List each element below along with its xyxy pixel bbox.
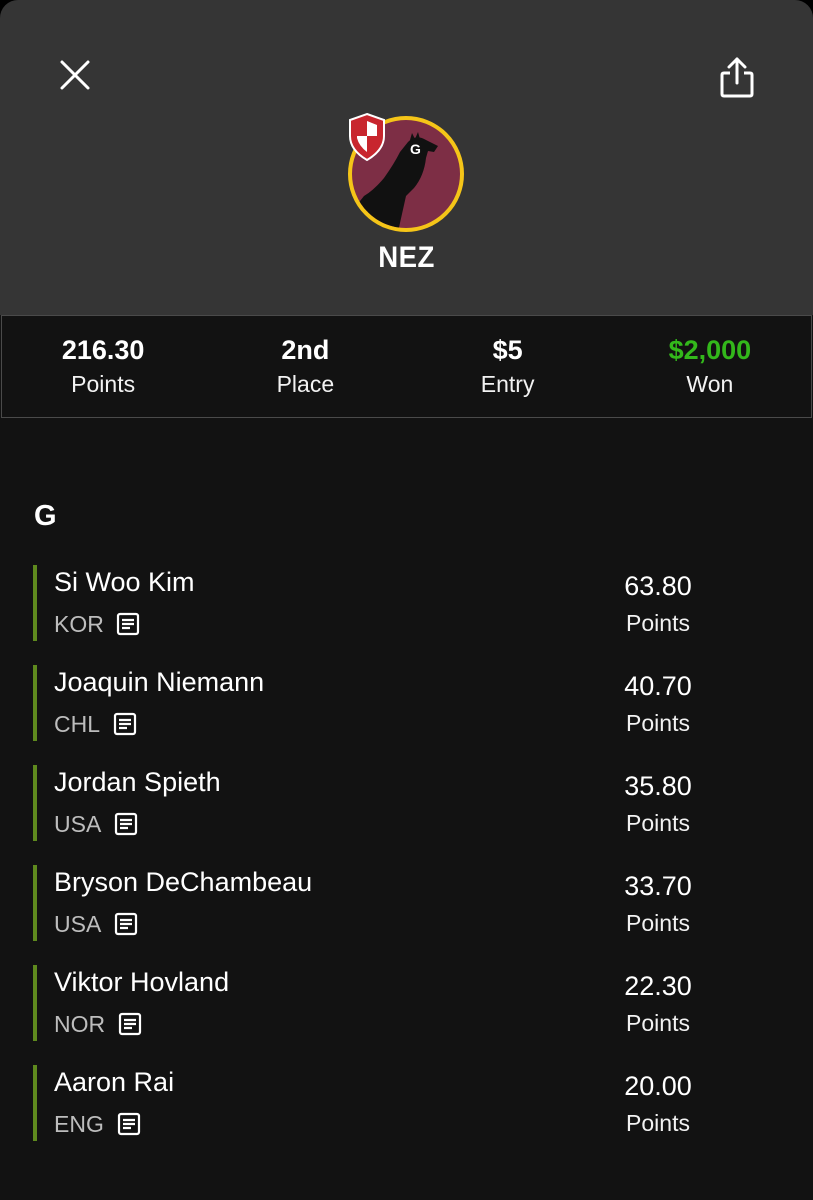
stat-points-value: 216.30 xyxy=(61,334,145,365)
close-button[interactable] xyxy=(47,47,103,103)
stat-points: 216.30 Points xyxy=(2,316,204,417)
close-icon xyxy=(60,60,90,90)
player-points: 35.80 xyxy=(624,771,692,801)
player-name: Jordan Spieth xyxy=(54,767,221,797)
share-button[interactable] xyxy=(709,49,765,105)
avatar-letter: G xyxy=(410,141,421,157)
stat-points-label: Points xyxy=(71,370,136,397)
player-name: Viktor Hovland xyxy=(54,967,230,997)
news-icon[interactable] xyxy=(116,612,140,636)
player-country: USA xyxy=(54,911,102,937)
player-name: Joaquin Niemann xyxy=(54,667,265,697)
player-points-label: Points xyxy=(626,1010,690,1036)
player-points: 40.70 xyxy=(624,671,692,701)
news-icon[interactable] xyxy=(114,912,138,936)
stat-won: $2,000 Won xyxy=(609,316,811,417)
news-icon[interactable] xyxy=(114,812,138,836)
player-points-label: Points xyxy=(626,810,690,836)
player-row[interactable]: Joaquin Niemann CHL 40.70 Points xyxy=(33,665,753,741)
stat-won-value: $2,000 xyxy=(668,334,752,365)
stat-place: 2nd Place xyxy=(204,316,406,417)
position-indicator-bar xyxy=(33,865,37,941)
player-country: NOR xyxy=(54,1011,106,1037)
player-country: KOR xyxy=(54,611,104,637)
player-country: CHL xyxy=(54,711,101,737)
news-icon[interactable] xyxy=(117,1112,141,1136)
entry-stats-bar: 216.30 Points 2nd Place $5 Entry $2,000 … xyxy=(1,315,812,418)
player-points: 20.00 xyxy=(624,1071,692,1101)
player-points: 22.30 xyxy=(624,971,692,1001)
position-indicator-bar xyxy=(33,765,37,841)
stat-entry-label: Entry xyxy=(480,370,535,397)
player-points-label: Points xyxy=(626,910,690,936)
stat-entry-value: $5 xyxy=(492,334,523,365)
player-name: Aaron Rai xyxy=(54,1067,175,1097)
lineup-section-title: G xyxy=(34,500,57,532)
position-indicator-bar xyxy=(33,1065,37,1141)
player-row[interactable]: Bryson DeChambeau USA 33.70 Points xyxy=(33,865,753,941)
player-points: 33.70 xyxy=(624,871,692,901)
player-points-label: Points xyxy=(626,1110,690,1136)
stat-place-value: 2nd xyxy=(281,334,330,365)
entry-header: G NEZ xyxy=(0,0,813,315)
player-name: Bryson DeChambeau xyxy=(54,867,313,897)
player-row[interactable]: Si Woo Kim KOR 63.80 Points xyxy=(33,565,753,641)
username: NEZ xyxy=(378,241,435,274)
contest-entry-sheet: G NEZ 216.30 Points 2nd Place $5 Entry $… xyxy=(0,0,813,1200)
position-indicator-bar xyxy=(33,665,37,741)
player-country: USA xyxy=(54,811,102,837)
stat-place-label: Place xyxy=(276,370,335,397)
position-indicator-bar xyxy=(33,965,37,1041)
user-avatar: G xyxy=(340,108,472,240)
player-points-label: Points xyxy=(626,710,690,736)
shield-badge-icon xyxy=(349,112,385,162)
news-icon[interactable] xyxy=(113,712,137,736)
news-icon[interactable] xyxy=(118,1012,142,1036)
stat-entry: $5 Entry xyxy=(407,316,609,417)
player-row[interactable]: Viktor Hovland NOR 22.30 Points xyxy=(33,965,753,1041)
share-icon xyxy=(720,57,754,98)
stat-won-label: Won xyxy=(686,370,734,397)
player-country: ENG xyxy=(54,1111,104,1137)
player-row[interactable]: Jordan Spieth USA 35.80 Points xyxy=(33,765,753,841)
position-indicator-bar xyxy=(33,565,37,641)
player-points: 63.80 xyxy=(624,571,692,601)
player-row[interactable]: Aaron Rai ENG 20.00 Points xyxy=(33,1065,753,1141)
player-name: Si Woo Kim xyxy=(54,567,195,597)
player-points-label: Points xyxy=(626,610,690,636)
